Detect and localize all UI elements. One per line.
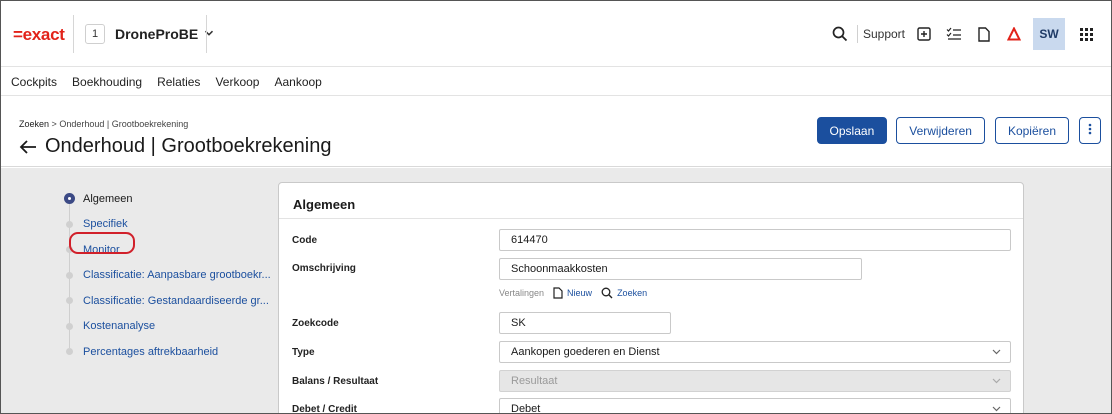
breadcrumb-separator: > [51,119,57,129]
nav-item-label: Classificatie: Gestandaardiseerde gr... [83,294,269,307]
balans-resultaat-value: Resultaat [511,375,558,387]
type-select[interactable]: Aankopen goederen en Dienst [499,341,1011,363]
nav-item-label: Specifiek [83,218,128,231]
type-value: Aankopen goederen en Dienst [511,346,660,358]
step-dot-icon [66,220,73,228]
chevron-down-icon [992,378,1001,384]
nav-item-percentages[interactable]: Percentages aftrekbaarheid [59,339,269,365]
support-link[interactable]: Support [863,27,905,41]
menu-item-relaties[interactable]: Relaties [157,75,200,89]
company-number-badge: 1 [85,24,105,44]
company-selector[interactable]: 1 DroneProBE [85,21,214,47]
divider [856,25,858,43]
menu-item-cockpits[interactable]: Cockpits [11,75,57,89]
app-window: =exact 1 DroneProBE Support SW Cockpits … [0,0,1112,414]
vertalingen-label: Vertalingen [499,288,545,298]
divider [73,15,74,53]
back-arrow-icon[interactable] [19,139,37,155]
step-dot-icon [66,348,73,355]
new-document-icon [553,287,563,299]
section-nav: Algemeen Specifiek Monitor Classificatie… [59,186,271,365]
breadcrumb: Zoeken > Onderhoud | Grootboekrekening [19,119,188,129]
active-step-icon [64,193,75,204]
top-bar: =exact 1 DroneProBE Support SW [1,1,1111,67]
main-menu: Cockpits Boekhouding Relaties Verkoop Aa… [1,68,1111,96]
step-dot-icon [66,322,73,330]
delete-button[interactable]: Verwijderen [896,117,985,144]
nav-item-classificatie-aanpasbaar[interactable]: Classificatie: Aanpasbare grootboekr... [59,263,271,289]
avatar[interactable]: SW [1033,18,1065,50]
section-title: Algemeen [293,197,356,212]
omschrijving-label: Omschrijving [292,263,356,274]
balans-resultaat-select: Resultaat [499,370,1011,392]
form-card: Algemeen Code 614470 Omschrijving Schoon… [278,182,1024,414]
company-name: DroneProBE [115,26,199,42]
save-button[interactable]: Opslaan [816,117,888,144]
breadcrumb-current: Onderhoud | Grootboekrekening [59,119,189,129]
step-dot-icon [66,297,73,304]
apps-grid-icon[interactable] [1071,19,1101,49]
document-icon[interactable] [969,19,999,49]
code-field[interactable]: 614470 [499,229,1011,251]
vertalingen-row: Vertalingen Nieuw Zoeken [499,287,647,299]
chevron-down-icon [992,406,1001,412]
breadcrumb-root[interactable]: Zoeken [19,119,49,129]
search-icon[interactable] [825,19,855,49]
zoeken-link[interactable]: Zoeken [601,287,647,299]
acrobat-icon[interactable] [999,19,1029,49]
debet-credit-value: Debet [511,403,541,414]
menu-item-verkoop[interactable]: Verkoop [215,75,259,89]
nav-item-kostenanalyse[interactable]: Kostenanalyse [59,314,269,340]
code-label: Code [292,235,317,246]
nav-item-label: Algemeen [83,192,133,205]
balans-resultaat-label: Balans / Resultaat [292,376,379,387]
toolbar: Support SW [825,18,1101,50]
nav-item-label: Percentages aftrekbaarheid [83,345,219,358]
exact-logo[interactable]: =exact [13,25,65,45]
menu-item-aankoop[interactable]: Aankoop [274,75,321,89]
menu-item-boekhouding[interactable]: Boekhouding [72,75,142,89]
page-actions: Opslaan Verwijderen Kopiëren [816,117,1101,144]
nieuw-link[interactable]: Nieuw [553,287,592,299]
page-header: Zoeken > Onderhoud | Grootboekrekening O… [1,97,1111,167]
debet-credit-select[interactable]: Debet [499,398,1011,414]
monitor-highlight-annotation [69,232,135,254]
nav-item-classificatie-gestandaardiseerd[interactable]: Classificatie: Gestandaardiseerde gr... [59,288,269,314]
zoekcode-label: Zoekcode [292,318,339,329]
more-actions-button[interactable] [1079,117,1101,144]
type-label: Type [292,347,315,358]
nav-item-label: Classificatie: Aanpasbare grootboekr... [83,269,271,282]
nieuw-label: Nieuw [567,288,593,298]
add-square-icon[interactable] [909,19,939,49]
zoeken-label: Zoeken [617,288,648,298]
search-icon [601,287,613,299]
divider [206,15,207,53]
more-vertical-icon [1088,123,1092,138]
page-title: Onderhoud | Grootboekrekening [45,135,332,157]
debet-credit-label: Debet / Credit [292,404,358,414]
zoekcode-field[interactable]: SK [499,312,671,334]
step-dot-icon [66,271,73,279]
copy-button[interactable]: Kopiëren [994,117,1069,144]
task-list-icon[interactable] [939,19,969,49]
chevron-down-icon [992,349,1001,355]
nav-item-algemeen[interactable]: Algemeen [59,186,269,212]
nav-item-label: Kostenanalyse [83,320,156,333]
divider [279,218,1023,219]
page-title-row: Onderhoud | Grootboekrekening [19,135,332,158]
omschrijving-field[interactable]: Schoonmaakkosten [499,258,862,280]
